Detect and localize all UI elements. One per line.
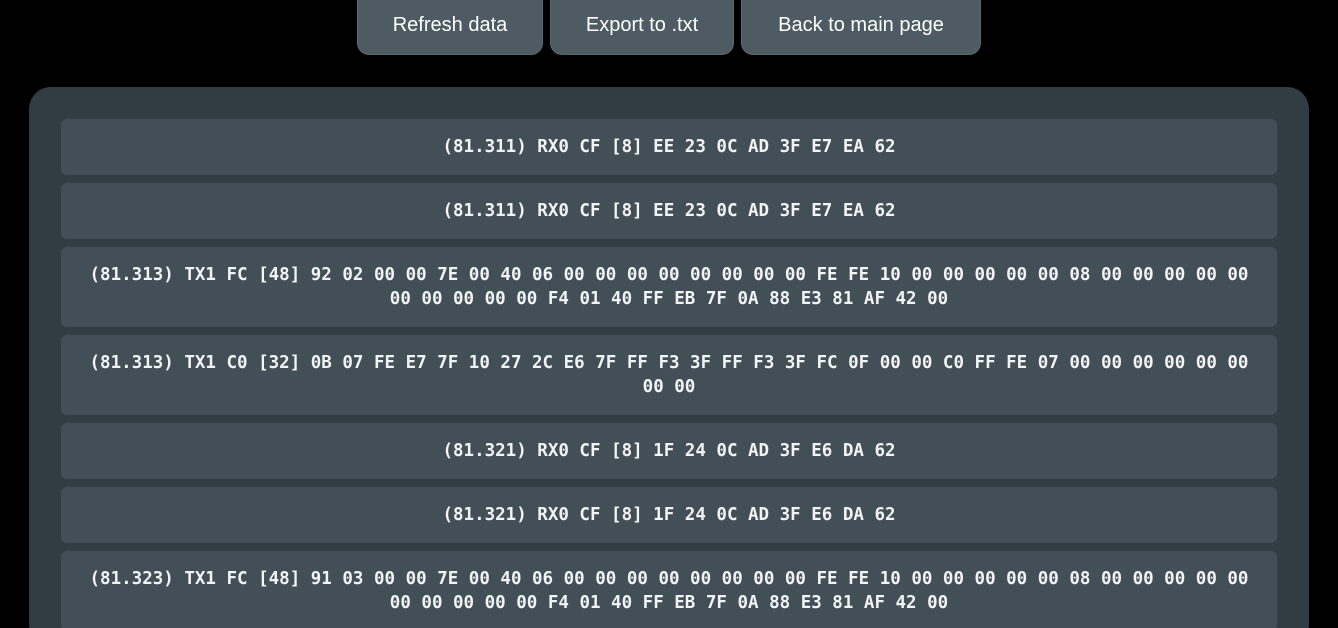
log-row: (81.313) TX1 C0 [32] 0B 07 FE E7 7F 10 2…	[61, 335, 1277, 415]
log-list: (81.311) RX0 CF [8] EE 23 0C AD 3F E7 EA…	[61, 119, 1277, 628]
toolbar: Refresh data Export to .txt Back to main…	[0, 0, 1338, 56]
refresh-data-button[interactable]: Refresh data	[357, 0, 543, 55]
export-txt-button[interactable]: Export to .txt	[550, 0, 734, 55]
back-to-main-page-button[interactable]: Back to main page	[741, 0, 981, 55]
log-row: (81.311) RX0 CF [8] EE 23 0C AD 3F E7 EA…	[61, 183, 1277, 239]
log-row: (81.313) TX1 FC [48] 92 02 00 00 7E 00 4…	[61, 247, 1277, 327]
log-row: (81.311) RX0 CF [8] EE 23 0C AD 3F E7 EA…	[61, 119, 1277, 175]
log-row: (81.321) RX0 CF [8] 1F 24 0C AD 3F E6 DA…	[61, 487, 1277, 543]
log-panel[interactable]: (81.311) RX0 CF [8] EE 23 0C AD 3F E7 EA…	[29, 87, 1309, 628]
log-row: (81.321) RX0 CF [8] 1F 24 0C AD 3F E6 DA…	[61, 423, 1277, 479]
log-row: (81.323) TX1 FC [48] 91 03 00 00 7E 00 4…	[61, 551, 1277, 628]
